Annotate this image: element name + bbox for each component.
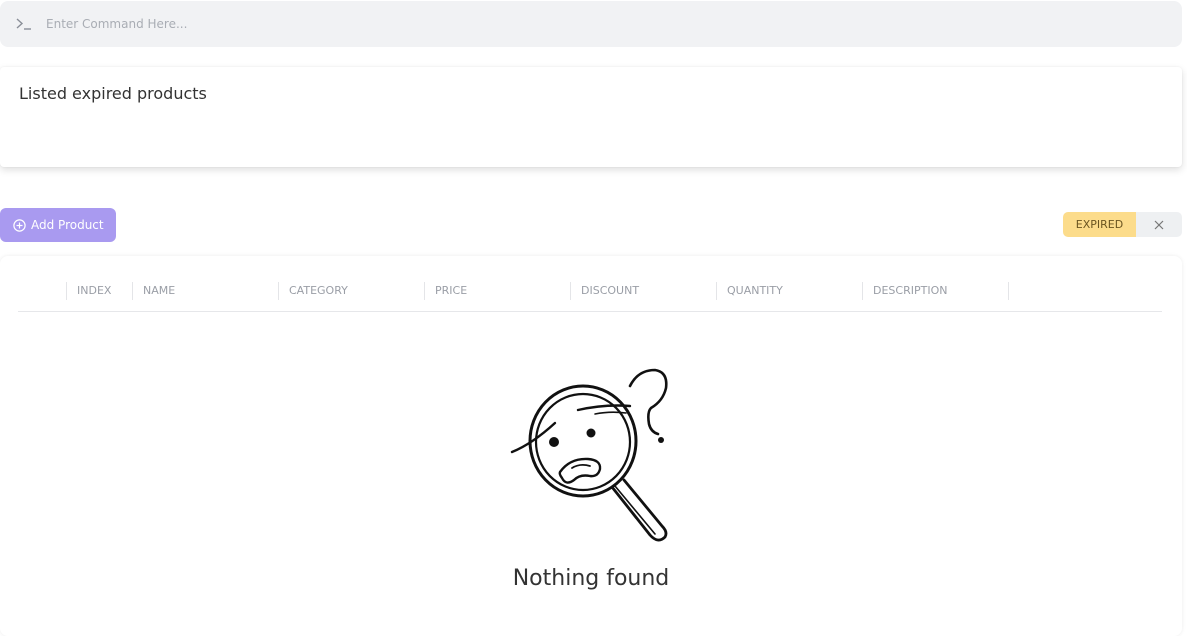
column-header-quantity[interactable]: QUANTITY [717, 283, 783, 301]
plus-circle-icon [13, 218, 26, 232]
close-icon [1154, 215, 1164, 234]
command-bar [0, 1, 1182, 47]
command-input[interactable] [44, 16, 1124, 32]
add-product-button[interactable]: Add Product [0, 208, 116, 242]
filter-label: EXPIRED [1063, 212, 1136, 237]
table-header: INDEX NAME CATEGORY PRICE DISCOUNT QUANT… [18, 270, 1162, 312]
column-header-name[interactable]: NAME [133, 283, 175, 301]
command-output-message: Listed expired products [19, 84, 207, 103]
command-output-card: Listed expired products [0, 67, 1182, 167]
filter-chip-expired: EXPIRED [1063, 212, 1182, 237]
column-header-category[interactable]: CATEGORY [279, 283, 348, 301]
column-header-price[interactable]: PRICE [425, 283, 467, 301]
column-divider [1008, 282, 1009, 300]
filter-clear-button[interactable] [1136, 212, 1182, 237]
products-table: INDEX NAME CATEGORY PRICE DISCOUNT QUANT… [0, 256, 1182, 636]
column-header-description[interactable]: DESCRIPTION [863, 283, 947, 301]
add-product-label: Add Product [31, 218, 104, 232]
column-header-index[interactable]: INDEX [67, 283, 111, 301]
terminal-prompt-icon [14, 14, 34, 34]
magnifier-confused-face-icon [500, 366, 680, 546]
empty-state-message: Nothing found [512, 566, 670, 591]
column-header-discount[interactable]: DISCOUNT [571, 283, 639, 301]
